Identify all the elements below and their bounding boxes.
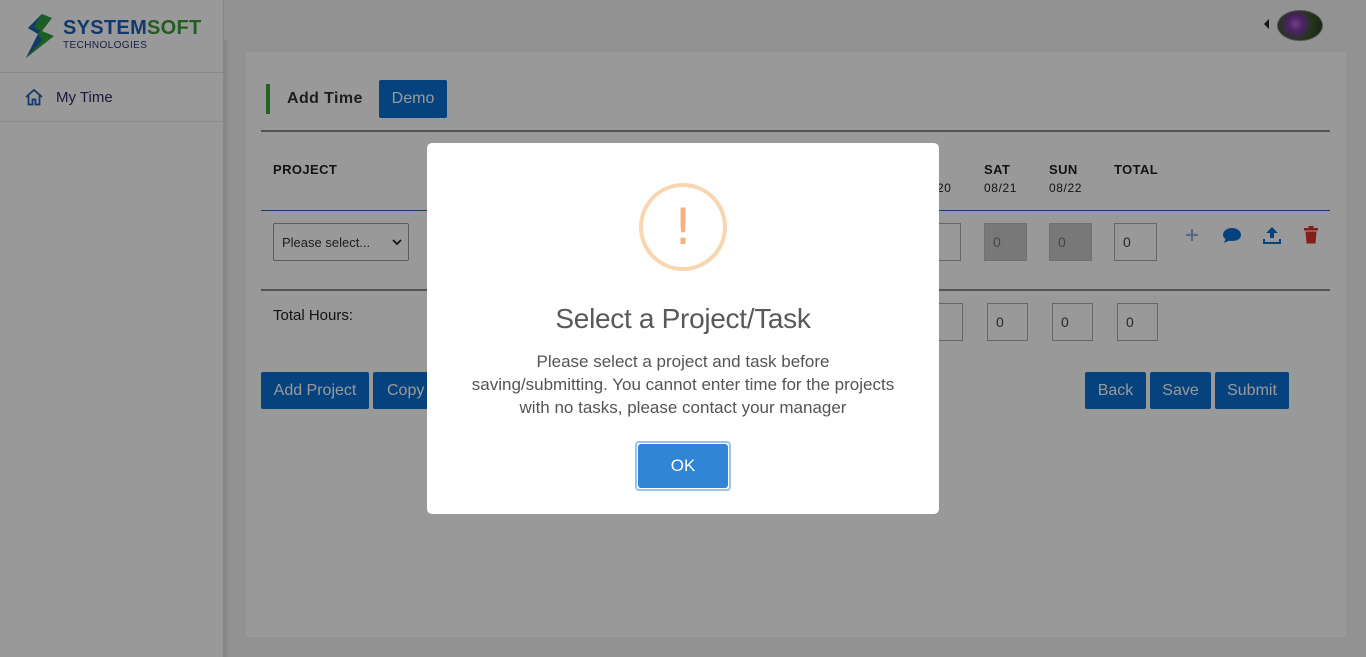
warning-symbol: !	[672, 198, 694, 256]
alert-dialog: ! Select a Project/Task Please select a …	[427, 143, 939, 514]
warning-icon: !	[639, 183, 727, 271]
ok-button[interactable]: OK	[635, 441, 731, 491]
dialog-message: Please select a project and task before …	[471, 352, 895, 417]
dialog-title: Select a Project/Task	[555, 303, 811, 334]
ok-button-label: OK	[638, 444, 728, 488]
